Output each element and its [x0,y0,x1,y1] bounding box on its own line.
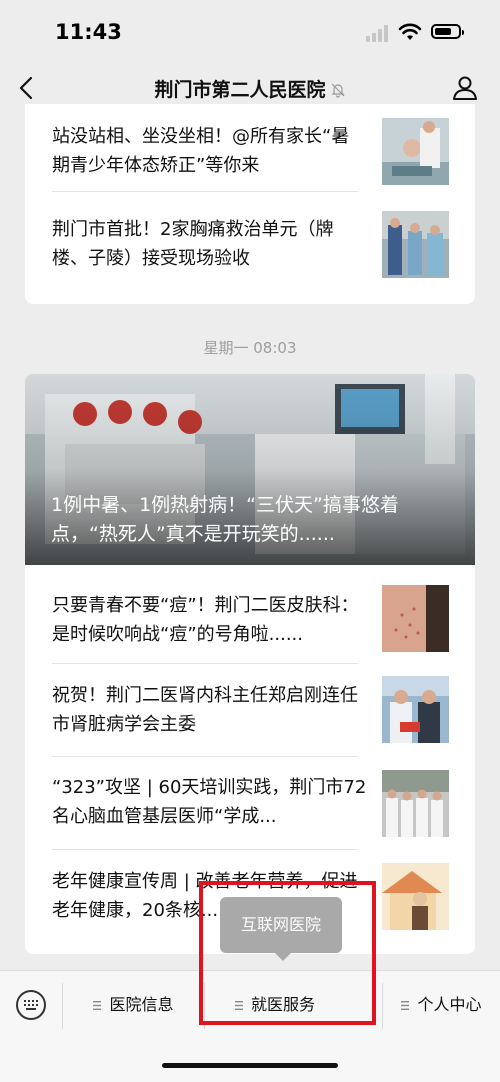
menu-personal-center[interactable]: 个人中心 [383,985,500,1025]
article-row[interactable]: 只要青春不要“痘”！荆门二医皮肤科：是时候吹响战“痘”的号角啦...... [25,565,475,660]
hero-article[interactable]: 1例中暑、1例热射病！“三伏天”搞事悠着点，“热死人”真不是开玩笑的...... [25,374,475,565]
article-thumbnail [382,118,449,185]
article-title: 站没站相、坐没坐相！@所有家长“暑期青少年体态矫正”等你来 [52,126,350,176]
battery-icon [431,24,464,39]
article-row[interactable]: “323”攻坚 | 60天培训实践，荆门市72名心脑血管基层医师“学成... [25,757,475,852]
article-thumbnail [382,863,449,930]
nav-title-wrap: 荆门市第二人民医院 [0,75,500,102]
article-card: 1例中暑、1例热射病！“三伏天”搞事悠着点，“热死人”真不是开玩笑的......… [25,374,475,954]
article-title: “323”攻坚 | 60天培训实践，荆门市72名心脑血管基层医师“学成... [52,777,367,827]
article-title: 荆门市首批！2家胸痛救治单元（牌楼、子陵）接受现场验收 [52,219,334,269]
hero-title: 1例中暑、1例热射病！“三伏天”搞事悠着点，“热死人”真不是开玩笑的...... [51,494,399,545]
wifi-icon [398,23,422,40]
article-card: 站没站相、坐没坐相！@所有家长“暑期青少年体态矫正”等你来 荆门市首批！2家胸痛… [25,104,475,304]
article-thumbnail [382,211,449,278]
signal-icon [366,24,392,42]
menu-hospital-info[interactable]: 医院信息 [63,985,204,1025]
page-title: 荆门市第二人民医院 [154,79,326,101]
article-row[interactable]: 祝贺！荆门二医肾内科主任郑启刚连任市肾脏病学会主委 [25,664,475,759]
menu-list-icon [401,1001,410,1010]
keyboard-toggle-button[interactable] [16,990,46,1020]
keyboard-icon [24,1000,38,1010]
highlight-box [199,881,376,1025]
status-time: 11:43 [55,20,122,44]
article-title: 祝贺！荆门二医肾内科主任郑启刚连任市肾脏病学会主委 [52,685,358,735]
article-title: 只要青春不要“痘”！荆门二医皮肤科：是时候吹响战“痘”的号角啦...... [52,595,359,645]
status-bar: 11:43 [0,0,500,62]
home-indicator [162,1063,338,1068]
menu-label: 个人中心 [417,995,482,1014]
menu-label: 医院信息 [109,995,174,1014]
bell-muted-icon [331,83,344,98]
article-thumbnail [382,676,449,743]
menu-list-icon [93,1001,102,1010]
profile-icon[interactable] [451,74,479,102]
article-thumbnail [382,585,449,652]
article-row[interactable]: 站没站相、坐没坐相！@所有家长“暑期青少年体态矫正”等你来 [25,104,475,204]
article-row[interactable]: 荆门市首批！2家胸痛救治单元（牌楼、子陵）接受现场验收 [25,192,475,292]
article-thumbnail [382,770,449,837]
message-timestamp: 星期一 08:03 [203,339,297,357]
